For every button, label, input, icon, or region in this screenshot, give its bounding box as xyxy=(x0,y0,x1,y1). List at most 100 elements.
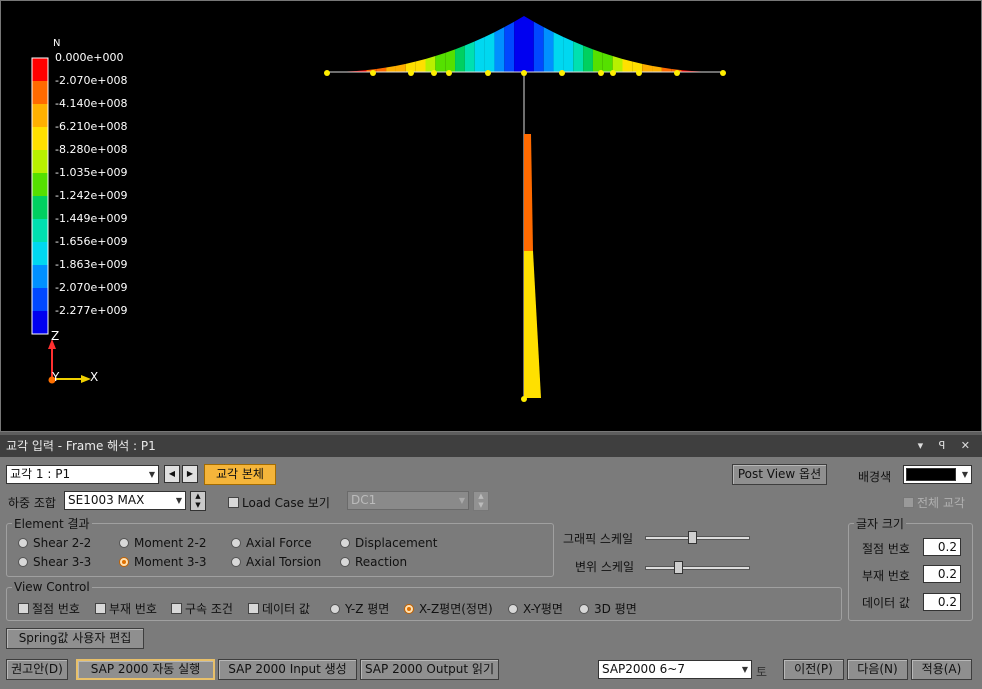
pier-select-value: 교각 1 : P1 xyxy=(10,467,71,481)
radio-dot xyxy=(119,557,129,567)
moment-diagram-strip xyxy=(386,65,396,72)
prev-pier-icon[interactable]: ◀ xyxy=(164,465,180,483)
moment-diagram-strip xyxy=(563,36,574,72)
node-point xyxy=(674,70,680,76)
view-plane-radio[interactable]: 3D 평면 xyxy=(579,600,637,617)
legend-tick-label: -1.656e+009 xyxy=(55,235,128,248)
element-result-radio[interactable]: Axial Force xyxy=(231,536,312,550)
radio-dot xyxy=(231,538,241,548)
sap-version-value: SAP2000 6~7 xyxy=(602,662,685,676)
sap-auto-run-button[interactable]: SAP 2000 자동 실행 xyxy=(76,659,215,680)
load-case-select[interactable]: DC1 ▼ xyxy=(347,491,469,510)
chevron-down-icon: ▼ xyxy=(961,470,968,479)
checkbox-box xyxy=(95,603,106,614)
load-case-label: Load Case 보기 xyxy=(242,496,330,510)
load-combo-spinner[interactable]: ▲ ▼ xyxy=(190,491,206,511)
pier-body-button[interactable]: 교각 본체 xyxy=(204,464,276,485)
checkbox-label: 데이터 값 xyxy=(262,602,310,616)
view-control-checkbox[interactable]: 절점 번호 xyxy=(18,600,80,617)
element-result-radio[interactable]: Axial Torsion xyxy=(231,555,321,569)
moment-diagram-strip xyxy=(484,32,495,72)
legend-tick-label: -6.210e+008 xyxy=(55,120,128,133)
graphic-scale-label: 그래픽 스케일 xyxy=(563,532,634,546)
legend-tick-label: -1.242e+009 xyxy=(55,189,128,202)
bg-color-select[interactable]: ▼ xyxy=(903,465,972,484)
load-case-value: DC1 xyxy=(351,493,377,507)
element-result-radio[interactable]: Shear 3-3 xyxy=(18,555,91,569)
element-result-radio[interactable]: Displacement xyxy=(340,536,438,550)
chevron-down-icon: ▼ xyxy=(175,496,182,505)
legend-tick-label: 0.000e+000 xyxy=(55,51,124,64)
graphic-viewport[interactable]: N 0.000e+000 -2.070e+008 -4.140e+008 -6.210… xyxy=(0,0,982,432)
radio-label: Moment 3-3 xyxy=(134,555,207,569)
member-number-size-input[interactable]: 0.2 xyxy=(923,565,961,583)
moment-diagram-strip xyxy=(543,27,554,72)
moment-diagram-strip xyxy=(612,56,623,72)
disp-scale-label: 변위 스케일 xyxy=(575,560,635,574)
sap-output-read-button[interactable]: SAP 2000 Output 읽기 xyxy=(360,659,499,680)
legend-tick-label: -8.280e+008 xyxy=(55,143,128,156)
view-plane-radio[interactable]: X-Z평면(정면) xyxy=(404,600,493,617)
moment-diagram-strip xyxy=(583,45,593,72)
element-result-radio[interactable]: Shear 2-2 xyxy=(18,536,91,550)
data-value-size-input[interactable]: 0.2 xyxy=(923,593,961,611)
radio-label: Shear 3-3 xyxy=(33,555,92,569)
load-case-checkbox[interactable]: Load Case 보기 xyxy=(228,494,330,511)
moment-diagram-strip xyxy=(652,65,662,72)
next-button[interactable]: 다음(N) xyxy=(847,659,908,680)
sap-version-select[interactable]: SAP2000 6~7 ▼ xyxy=(598,660,752,679)
graphic-scale-slider[interactable] xyxy=(645,531,750,544)
node-number-size-input[interactable]: 0.2 xyxy=(923,538,961,556)
element-result-radio[interactable]: Moment 2-2 xyxy=(119,536,207,550)
radio-dot xyxy=(18,538,28,548)
radio-label: X-Y평면 xyxy=(523,602,563,616)
element-result-radio[interactable]: Moment 3-3 xyxy=(119,555,207,569)
radio-label: Axial Force xyxy=(246,536,312,550)
view-plane-radio[interactable]: X-Y평면 xyxy=(508,600,563,617)
view-control-checkbox[interactable]: 부재 번호 xyxy=(95,600,157,617)
prev-button[interactable]: 이전(P) xyxy=(783,659,844,680)
disp-scale-slider[interactable] xyxy=(645,561,750,574)
moment-diagram-strip xyxy=(445,49,456,72)
moment-diagram-strip xyxy=(504,21,515,72)
node-point xyxy=(636,70,642,76)
legend-color-band xyxy=(32,196,48,219)
apply-button[interactable]: 적용(A) xyxy=(911,659,972,680)
radio-label: Shear 2-2 xyxy=(33,536,92,550)
element-result-radio[interactable]: Reaction xyxy=(340,555,407,569)
panel-title-bar: 교각 입력 - Frame 해석 : P1 ▾ ꟼ ✕ xyxy=(0,435,982,457)
moment-diagram-strip xyxy=(553,32,564,72)
slider-thumb[interactable] xyxy=(674,561,683,574)
load-combo-select[interactable]: SE1003 MAX ▼ xyxy=(64,491,186,510)
pier-select[interactable]: 교각 1 : P1 ▼ xyxy=(6,465,159,484)
slider-thumb[interactable] xyxy=(688,531,697,544)
view-control-checkbox[interactable]: 데이터 값 xyxy=(248,600,310,617)
advice-button[interactable]: 권고안(D) xyxy=(6,659,68,680)
load-case-spinner[interactable]: ▲ ▼ xyxy=(473,491,489,511)
radio-dot xyxy=(404,603,414,614)
radio-label: Moment 2-2 xyxy=(134,536,207,550)
all-pier-label: 전체 교각 xyxy=(917,496,965,510)
radio-dot xyxy=(231,557,241,567)
legend-color-band xyxy=(32,150,48,173)
checkbox-box xyxy=(248,603,259,614)
next-pier-icon[interactable]: ▶ xyxy=(182,465,198,483)
node-point xyxy=(521,396,527,402)
node-point xyxy=(610,70,616,76)
moment-diagram-strip xyxy=(632,61,643,72)
view-plane-radio[interactable]: Y-Z 평면 xyxy=(330,600,389,617)
spring-edit-button[interactable]: Spring값 사용자 편집 xyxy=(6,628,144,649)
moment-diagram-strip xyxy=(514,16,524,72)
post-view-options-button[interactable]: Post View 옵션 xyxy=(732,464,827,485)
legend-tick-label: -1.449e+009 xyxy=(55,212,128,225)
sap-input-generate-button[interactable]: SAP 2000 Input 생성 xyxy=(218,659,357,680)
moment-diagram-strip xyxy=(533,21,544,72)
legend-color-band xyxy=(32,311,48,334)
legend-tick-label: -2.070e+009 xyxy=(55,281,128,294)
panel-window-buttons[interactable]: ▾ ꟼ ✕ xyxy=(918,435,976,457)
radio-label: 3D 평면 xyxy=(594,602,637,616)
all-pier-checkbox[interactable]: 전체 교각 xyxy=(903,494,965,511)
radio-dot xyxy=(579,603,589,614)
view-control-checkbox[interactable]: 구속 조건 xyxy=(171,600,233,617)
frame-model-drawing xyxy=(31,16,726,402)
